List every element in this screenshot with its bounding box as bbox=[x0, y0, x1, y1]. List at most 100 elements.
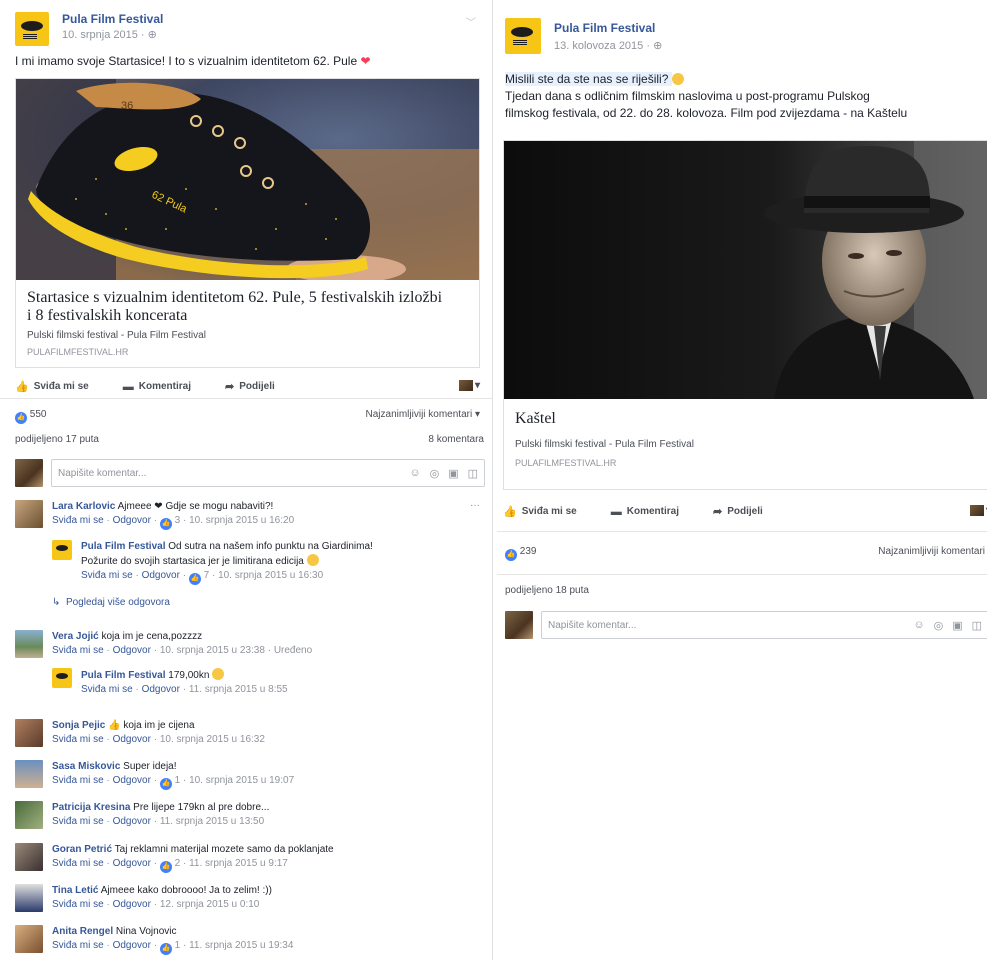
link-card[interactable]: 36 62 Pula Startasice s vizualnim identi… bbox=[15, 78, 480, 368]
commenter-name[interactable]: Tina Letić bbox=[52, 885, 99, 896]
comment-like-count: 3 bbox=[174, 515, 181, 526]
page-name[interactable]: Pula Film Festival bbox=[554, 21, 662, 35]
comment-like-count: 1 bbox=[174, 940, 181, 951]
comment-button[interactable]: ▬ Komentiraj bbox=[611, 506, 679, 518]
post-date-text[interactable]: 13. kolovoza 2015 · bbox=[554, 40, 653, 52]
comment-like-link[interactable]: Sviđa mi se bbox=[52, 816, 104, 827]
comment-time[interactable]: 10. srpnja 2015 u 16:32 bbox=[160, 734, 265, 745]
commenter-name[interactable]: Anita Rengel bbox=[52, 926, 113, 937]
man-in-hat-illustration bbox=[504, 141, 987, 399]
page-avatar[interactable] bbox=[505, 18, 541, 54]
comment-input[interactable]: Napišite komentar... ☺ ◎ ▣ ◫ bbox=[51, 459, 485, 487]
emoji-icon[interactable]: ☺ bbox=[913, 619, 924, 632]
audience-selector[interactable]: ▾ bbox=[969, 505, 987, 516]
reply-like-link[interactable]: Sviđa mi se bbox=[81, 570, 133, 581]
link-card[interactable]: Kaštel Pulski filmski festival - Pula Fi… bbox=[503, 140, 987, 490]
share-arrow-icon: ➦ bbox=[712, 506, 723, 518]
sticker-icon[interactable]: ◫ bbox=[972, 619, 982, 632]
movie-still-image[interactable] bbox=[504, 141, 987, 399]
sticker-icon[interactable]: ◫ bbox=[468, 467, 478, 480]
comment-like-link[interactable]: Sviđa mi se bbox=[52, 858, 104, 869]
comment-count[interactable]: 8 komentara bbox=[428, 434, 484, 445]
commenter-name[interactable]: Goran Petrić bbox=[52, 844, 112, 855]
comment-time[interactable]: 10. srpnja 2015 u 23:38 bbox=[160, 645, 265, 656]
page-reply-avatar[interactable] bbox=[52, 668, 72, 688]
share-count[interactable]: podijeljeno 18 puta bbox=[505, 585, 589, 596]
share-button[interactable]: ➦ Podijeli bbox=[225, 380, 275, 393]
more-options-icon[interactable]: ··· bbox=[470, 500, 480, 511]
comment-reply-link[interactable]: Odgovor bbox=[113, 940, 151, 951]
card-title[interactable]: Kaštel bbox=[515, 410, 556, 428]
comment-reply-link[interactable]: Odgovor bbox=[113, 734, 151, 745]
like-count[interactable]: 👍 550 bbox=[15, 409, 46, 424]
like-button[interactable]: 👍 Sviđa mi se bbox=[15, 380, 89, 393]
card-title[interactable]: Startasice s vizualnim identitetom 62. P… bbox=[27, 289, 447, 325]
page-name[interactable]: Pula Film Festival bbox=[62, 12, 163, 26]
post-date[interactable]: 13. kolovoza 2015 · ⊕ bbox=[554, 39, 662, 52]
commenter-avatar[interactable] bbox=[15, 801, 43, 829]
reply-reply-link[interactable]: Odgovor bbox=[142, 570, 180, 581]
like-count[interactable]: 👍 239 bbox=[505, 546, 536, 561]
comment-like-link[interactable]: Sviđa mi se bbox=[52, 775, 104, 786]
commenter-avatar[interactable] bbox=[15, 630, 43, 658]
audience-selector[interactable]: ▾ bbox=[458, 380, 480, 391]
comment-sort-dropdown[interactable]: Najzanimljiviji komentari ▾ bbox=[366, 409, 481, 420]
gif-icon[interactable]: ▣ bbox=[448, 467, 458, 480]
comment-time[interactable]: 11. srpnja 2015 u 9:17 bbox=[189, 858, 288, 869]
commenter-avatar[interactable] bbox=[15, 843, 43, 871]
comment-like-link[interactable]: Sviđa mi se bbox=[52, 645, 104, 656]
commenter-avatar[interactable] bbox=[15, 760, 43, 788]
shoe-image[interactable]: 36 62 Pula bbox=[16, 79, 479, 280]
view-more-replies-link[interactable]: ↳ Pogledaj više odgovora bbox=[52, 597, 170, 608]
comment-input[interactable]: Napišite komentar... ☺ ◎ ▣ ◫ bbox=[541, 611, 987, 639]
commenter-name[interactable]: Lara Karlovic bbox=[52, 501, 115, 512]
comment-time[interactable]: 11. srpnja 2015 u 19:34 bbox=[189, 940, 293, 951]
camera-icon[interactable]: ◎ bbox=[430, 467, 440, 480]
commenter-name[interactable]: Vera Jojić bbox=[52, 631, 99, 642]
comment-reply-link[interactable]: Odgovor bbox=[113, 645, 151, 656]
emoji-icon[interactable]: ☺ bbox=[409, 467, 420, 480]
gif-icon[interactable]: ▣ bbox=[952, 619, 962, 632]
comment-button[interactable]: ▬ Komentiraj bbox=[123, 381, 191, 393]
post-date[interactable]: 10. srpnja 2015 · ⊕ bbox=[62, 28, 163, 41]
comment-reply-link[interactable]: Odgovor bbox=[113, 858, 151, 869]
reply-arrow-icon: ↳ bbox=[52, 597, 61, 608]
reply-time[interactable]: 10. srpnja 2015 u 16:30 bbox=[218, 570, 323, 581]
reply-text: 179,00kn bbox=[165, 670, 213, 681]
share-count[interactable]: podijeljeno 17 puta bbox=[15, 434, 99, 445]
comment-time[interactable]: 10. srpnja 2015 u 19:07 bbox=[189, 775, 294, 786]
commenter-avatar[interactable] bbox=[15, 925, 43, 953]
comment-time[interactable]: 10. srpnja 2015 u 16:20 bbox=[189, 515, 294, 526]
comment-like-link[interactable]: Sviđa mi se bbox=[52, 515, 104, 526]
comment-time[interactable]: 12. srpnja 2015 u 0:10 bbox=[160, 899, 260, 910]
reply-time[interactable]: 11. srpnja 2015 u 8:55 bbox=[189, 684, 288, 695]
reply-reply-link[interactable]: Odgovor bbox=[142, 684, 180, 695]
like-button[interactable]: 👍 Sviđa mi se bbox=[503, 505, 577, 518]
comment-reply-link[interactable]: Odgovor bbox=[113, 775, 151, 786]
comment-like-link[interactable]: Sviđa mi se bbox=[52, 899, 104, 910]
comment-sort-dropdown[interactable]: Najzanimljiviji komentari bbox=[878, 546, 985, 557]
camera-icon[interactable]: ◎ bbox=[934, 619, 944, 632]
page-reply-avatar[interactable] bbox=[52, 540, 72, 560]
comment-like-link[interactable]: Sviđa mi se bbox=[52, 940, 104, 951]
commenter-avatar[interactable] bbox=[15, 500, 43, 528]
reply-author[interactable]: Pula Film Festival bbox=[81, 541, 165, 552]
comment-time[interactable]: 11. srpnja 2015 u 13:50 bbox=[160, 816, 264, 827]
post-date-text[interactable]: 10. srpnja 2015 · bbox=[62, 29, 148, 41]
edited-label[interactable]: Uređeno bbox=[274, 645, 312, 656]
commenter-avatar[interactable] bbox=[15, 719, 43, 747]
comment-like-link[interactable]: Sviđa mi se bbox=[52, 734, 104, 745]
comment-reply-link[interactable]: Odgovor bbox=[113, 899, 151, 910]
comment-reply-link[interactable]: Odgovor bbox=[113, 816, 151, 827]
reply-author[interactable]: Pula Film Festival bbox=[81, 670, 165, 681]
share-button[interactable]: ➦ Podijeli bbox=[713, 505, 763, 518]
commenter-name[interactable]: Sasa Miskovic bbox=[52, 761, 120, 772]
reply-like-link[interactable]: Sviđa mi se bbox=[81, 684, 133, 695]
commenter-name[interactable]: Patricija Kresina bbox=[52, 802, 130, 813]
comment-reply-link[interactable]: Odgovor bbox=[113, 515, 151, 526]
page-avatar[interactable] bbox=[15, 12, 49, 46]
globe-icon: ⊕ bbox=[653, 40, 663, 52]
commenter-name[interactable]: Sonja Pejic bbox=[52, 720, 105, 731]
commenter-avatar[interactable] bbox=[15, 884, 43, 912]
chevron-down-icon[interactable]: ﹀ bbox=[466, 14, 476, 29]
